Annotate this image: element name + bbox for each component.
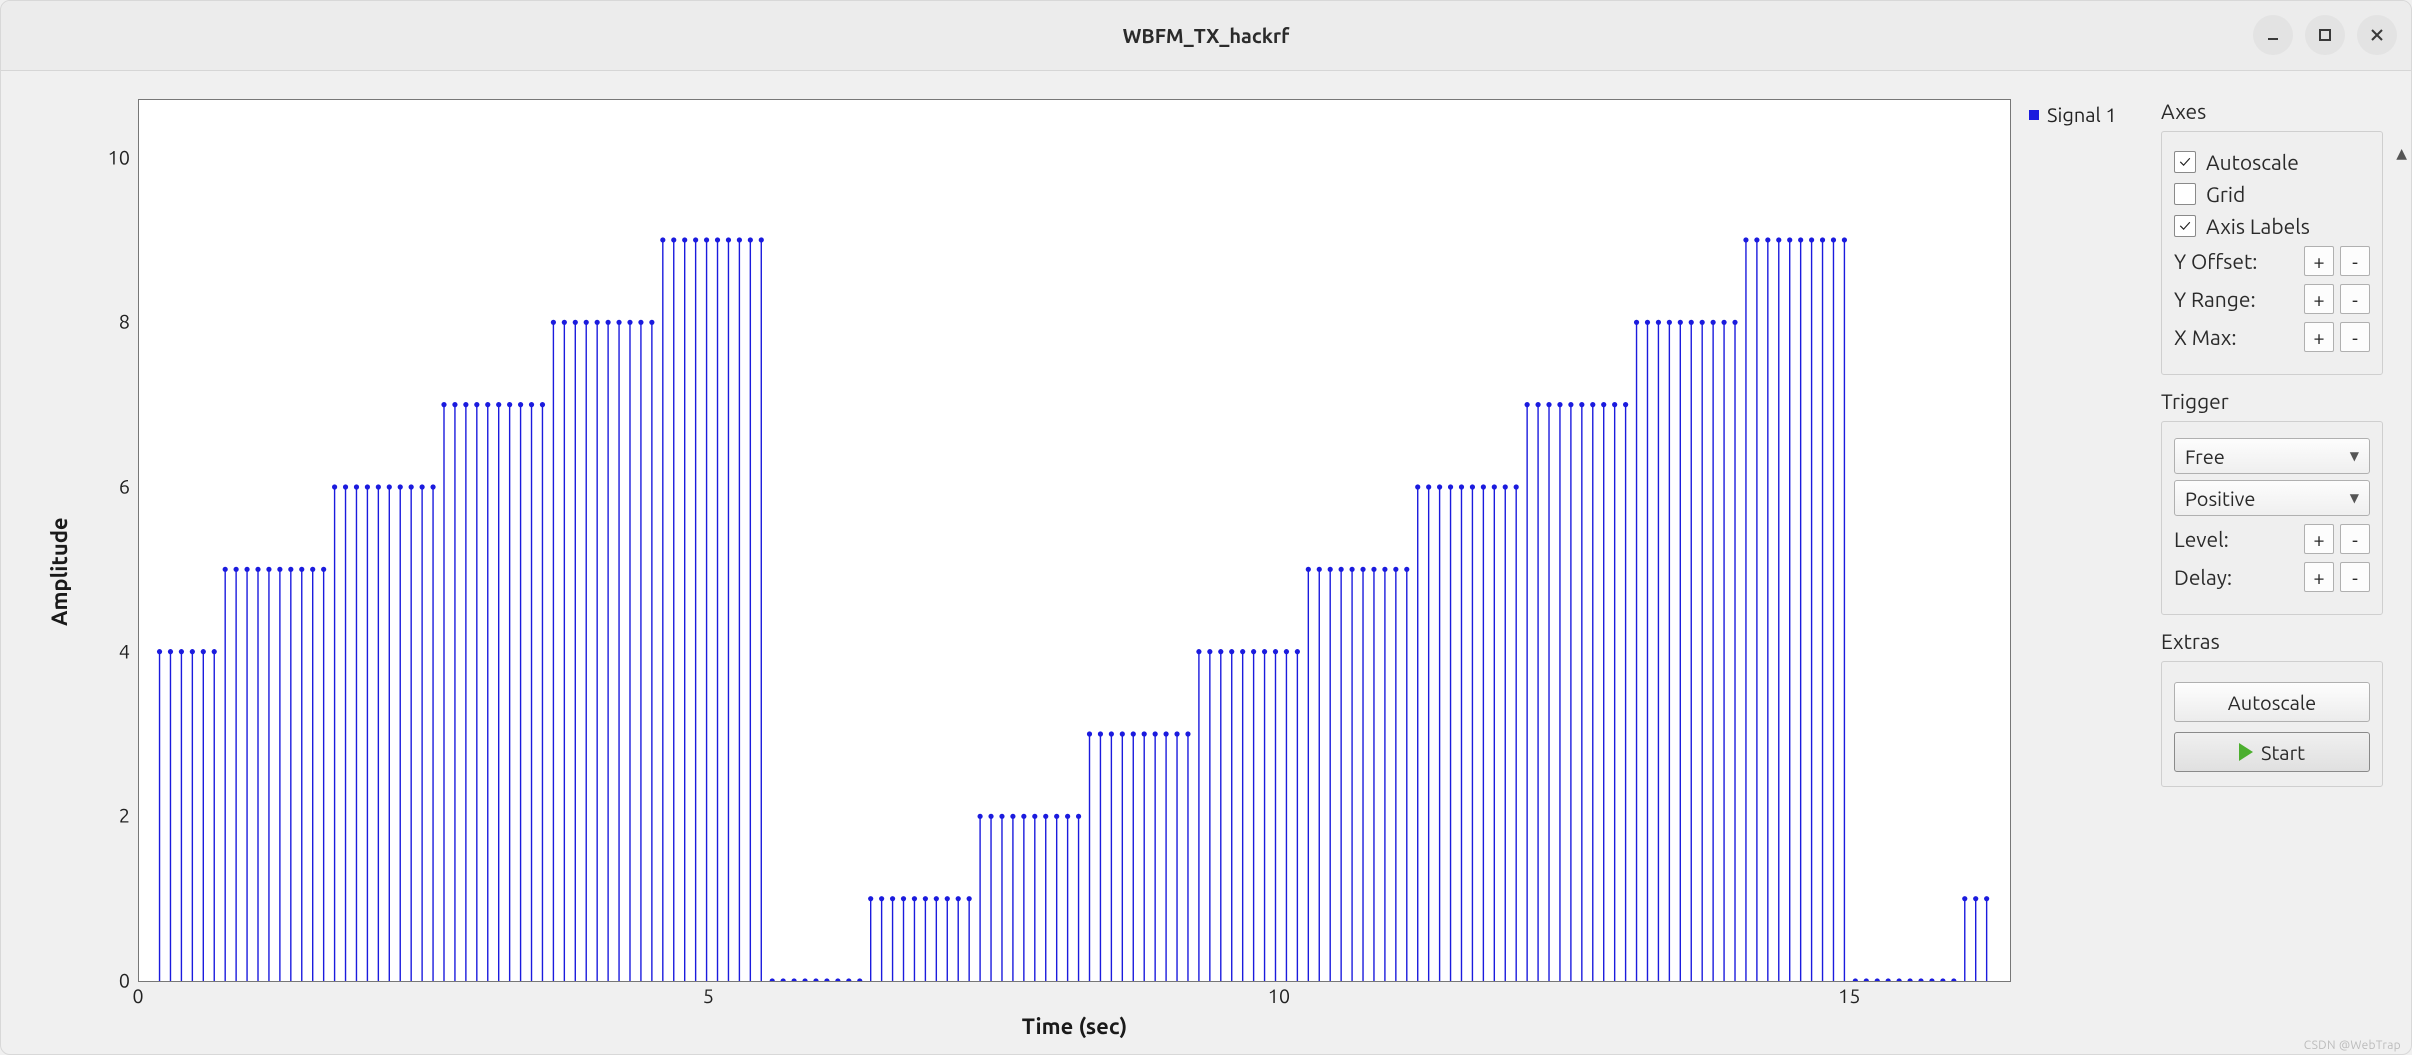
x-max-plus-button[interactable]: + [2304, 322, 2334, 352]
play-icon [2239, 743, 2253, 761]
level-minus-button[interactable]: - [2340, 524, 2370, 554]
axes-heading: Axes [2161, 99, 2383, 123]
plot-column: Amplitude 0 2 4 6 8 10 0 5 10 15 Time (sec) [41, 99, 2011, 1044]
x-tick-label: 5 [703, 984, 714, 1007]
plot-row: 0246810 [78, 99, 2011, 982]
legend-swatch-icon [2029, 110, 2039, 120]
x-max-label: X Max: [2174, 325, 2237, 349]
y-tick-label: 6 [119, 474, 130, 497]
minimize-button[interactable] [2253, 15, 2293, 55]
y-tick-label: 10 [107, 145, 130, 168]
autoscale-label: Autoscale [2206, 150, 2299, 174]
x-tick-label: 0 [132, 984, 143, 1007]
start-button[interactable]: Start [2174, 732, 2370, 772]
window-controls [2253, 15, 2397, 55]
autoscale-checkbox[interactable]: ✓ [2174, 151, 2196, 173]
legend: Signal 1 [2021, 99, 2151, 1044]
y-range-plus-button[interactable]: + [2304, 284, 2334, 314]
level-plus-button[interactable]: + [2304, 524, 2334, 554]
start-label: Start [2261, 741, 2305, 764]
y-offset-minus-button[interactable]: - [2340, 246, 2370, 276]
trigger-group: Free ▼ Positive ▼ Level: + - Delay: [2161, 421, 2383, 615]
x-axis-label: Time (sec) [1022, 1014, 1128, 1039]
chevron-down-icon: ▼ [2350, 449, 2359, 463]
y-tick-label: 4 [119, 639, 130, 662]
axis-labels-checkbox[interactable]: ✓ [2174, 215, 2196, 237]
trigger-slope-value: Positive [2185, 487, 2255, 510]
y-range-minus-button[interactable]: - [2340, 284, 2370, 314]
legend-item[interactable]: Signal 1 [2029, 103, 2147, 126]
trigger-mode-value: Free [2185, 445, 2225, 468]
trigger-slope-select[interactable]: Positive ▼ [2174, 480, 2370, 516]
side-panel: Axes ✓ Autoscale Grid ✓ Axis Labels Y Of… [2161, 99, 2401, 1044]
y-tick-label: 2 [119, 804, 130, 827]
y-axis-label: Amplitude [41, 99, 78, 1044]
grid-checkbox[interactable] [2174, 183, 2196, 205]
trigger-mode-select[interactable]: Free ▼ [2174, 438, 2370, 474]
axes-group: ✓ Autoscale Grid ✓ Axis Labels Y Offset:… [2161, 131, 2383, 375]
x-tick-label: 10 [1268, 984, 1291, 1007]
app-window: WBFM_TX_hackrf ▲ Amplitude 0 2 4 6 8 10 0 5 10 1… [0, 0, 2412, 1055]
extras-heading: Extras [2161, 629, 2383, 653]
y-offset-plus-button[interactable]: + [2304, 246, 2334, 276]
scroll-up-icon[interactable]: ▲ [2396, 145, 2407, 162]
extras-group: Autoscale Start [2161, 661, 2383, 787]
content-area: ▲ Amplitude 0 2 4 6 8 10 0 5 10 15 Time (sec) Si… [1, 71, 2411, 1054]
watermark-text: CSDN @WebTrap [2304, 1039, 2401, 1052]
chevron-down-icon: ▼ [2350, 491, 2359, 505]
y-offset-label: Y Offset: [2174, 249, 2257, 273]
x-tick-label: 15 [1838, 984, 1861, 1007]
trigger-delay-label: Delay: [2174, 565, 2232, 589]
titlebar: WBFM_TX_hackrf [1, 1, 2411, 71]
close-button[interactable] [2357, 15, 2397, 55]
y-range-label: Y Range: [2174, 287, 2256, 311]
axis-area: 0 2 4 6 8 10 0 5 10 15 Time (sec) [78, 99, 2011, 1044]
window-title: WBFM_TX_hackrf [1123, 24, 1290, 47]
maximize-button[interactable] [2305, 15, 2345, 55]
y-tick-label: 0 [119, 969, 130, 992]
delay-minus-button[interactable]: - [2340, 562, 2370, 592]
trigger-heading: Trigger [2161, 389, 2383, 413]
extras-autoscale-label: Autoscale [2228, 691, 2316, 714]
x-max-minus-button[interactable]: - [2340, 322, 2370, 352]
plot-canvas[interactable] [138, 99, 2011, 982]
y-tick-container: 0246810 [78, 99, 138, 982]
trigger-level-label: Level: [2174, 527, 2229, 551]
legend-label: Signal 1 [2047, 103, 2117, 126]
axis-labels-label: Axis Labels [2206, 214, 2310, 238]
stem-plot-svg [139, 100, 2010, 981]
delay-plus-button[interactable]: + [2304, 562, 2334, 592]
extras-autoscale-button[interactable]: Autoscale [2174, 682, 2370, 722]
y-tick-label: 8 [119, 310, 130, 333]
x-tick-container: 051015 [138, 982, 2011, 1008]
grid-label: Grid [2206, 182, 2245, 206]
